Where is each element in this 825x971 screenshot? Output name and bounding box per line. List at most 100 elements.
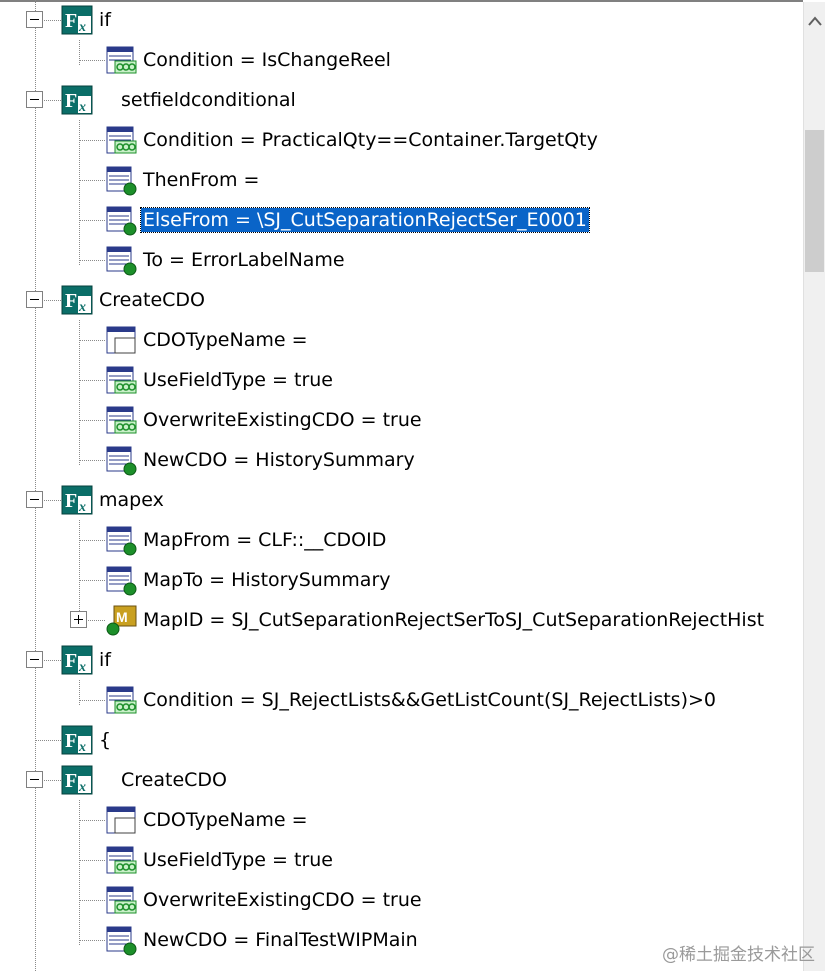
- tree-node-label[interactable]: NewCDO = HistorySummary: [141, 448, 417, 472]
- tree-node-label[interactable]: CreateCDO: [119, 768, 229, 792]
- tree-node[interactable]: ThenFrom =: [0, 160, 803, 200]
- tree-node[interactable]: Fx mapex: [0, 480, 803, 520]
- tree-node-label[interactable]: if: [97, 648, 113, 672]
- tree-node-label[interactable]: To = ErrorLabelName: [141, 248, 347, 272]
- tree-node[interactable]: Fx if: [0, 0, 803, 40]
- svg-text:F: F: [65, 290, 77, 312]
- tree-node-label[interactable]: MapID = SJ_CutSeparationRejectSerToSJ_Cu…: [141, 608, 766, 632]
- svg-text:F: F: [65, 10, 77, 32]
- tree-node[interactable]: Fx if: [0, 640, 803, 680]
- tree-node[interactable]: UseFieldType = true: [0, 360, 803, 400]
- tree-node[interactable]: UseFieldType = true: [0, 840, 803, 880]
- tree-node[interactable]: MapTo = HistorySummary: [0, 560, 803, 600]
- tree-node[interactable]: ElseFrom = \SJ_CutSeparationRejectSer_E0…: [0, 200, 803, 240]
- collapse-button[interactable]: [26, 771, 43, 788]
- function-icon: Fx: [61, 644, 93, 676]
- tree-node[interactable]: OverwriteExistingCDO = true: [0, 880, 803, 920]
- condition-icon: [105, 884, 137, 916]
- svg-text:x: x: [78, 780, 86, 795]
- tree-node-label[interactable]: Condition = PracticalQty==Container.Targ…: [141, 128, 600, 152]
- script-tree-view[interactable]: Fx if Condition = IsChangeReel Fx setfieldco…: [0, 0, 803, 971]
- chevron-up-icon: [807, 16, 822, 26]
- tree-connector: [79, 700, 105, 701]
- window-icon: [105, 324, 137, 356]
- tree-connector: [79, 220, 105, 221]
- tree-node[interactable]: Condition = SJ_RejectLists&&GetListCount…: [0, 680, 803, 720]
- tree-node-label[interactable]: {: [97, 728, 113, 752]
- tree-node-label[interactable]: OverwriteExistingCDO = true: [141, 408, 424, 432]
- collapse-button[interactable]: [26, 291, 43, 308]
- tree-node[interactable]: To = ErrorLabelName: [0, 240, 803, 280]
- svg-text:F: F: [65, 90, 77, 112]
- tree-node-label[interactable]: ElseFrom = \SJ_CutSeparationRejectSer_E0…: [140, 207, 590, 233]
- tree-node-label[interactable]: UseFieldType = true: [141, 848, 335, 872]
- tree-node[interactable]: Fx CreateCDO: [0, 280, 803, 320]
- svg-text:x: x: [78, 740, 86, 755]
- tree-node[interactable]: CDOTypeName =: [0, 320, 803, 360]
- collapse-button[interactable]: [26, 651, 43, 668]
- tree-node-label[interactable]: MapFrom = CLF::__CDOID: [141, 528, 388, 552]
- tree-connector: [79, 900, 105, 901]
- function-icon: Fx: [61, 84, 93, 116]
- tree-node-label[interactable]: NewCDO = FinalTestWIPMain: [141, 928, 420, 952]
- tree-connector: [79, 420, 105, 421]
- tree-node-label[interactable]: OverwriteExistingCDO = true: [141, 888, 424, 912]
- tree-node-label[interactable]: Condition = SJ_RejectLists&&GetListCount…: [141, 688, 718, 712]
- collapse-button[interactable]: [26, 91, 43, 108]
- tree-node-label[interactable]: ThenFrom =: [141, 168, 261, 192]
- collapse-button[interactable]: [26, 11, 43, 28]
- condition-icon: [105, 684, 137, 716]
- field-ref-icon: [105, 444, 137, 476]
- function-icon: Fx: [61, 4, 93, 36]
- condition-icon: [105, 404, 137, 436]
- field-ref-icon: [105, 164, 137, 196]
- tree-connector: [79, 260, 105, 261]
- svg-text:M: M: [116, 609, 128, 625]
- tree-node-label[interactable]: if: [97, 8, 113, 32]
- tree-node[interactable]: M MapID = SJ_CutSeparationRejectSerToSJ_C…: [0, 600, 803, 640]
- field-ref-icon: [105, 244, 137, 276]
- tree-node[interactable]: Fx{: [0, 720, 803, 760]
- tree-node-label[interactable]: setfieldconditional: [119, 88, 298, 112]
- scroll-up-button[interactable]: [804, 2, 825, 40]
- tree-node-label[interactable]: mapex: [97, 488, 166, 512]
- tree-connector: [79, 580, 105, 581]
- tree-node[interactable]: Fx setfieldconditional: [0, 80, 803, 120]
- vertical-scrollbar[interactable]: [803, 2, 825, 971]
- tree-node-label[interactable]: CDOTypeName =: [141, 328, 310, 352]
- svg-text:x: x: [78, 300, 86, 315]
- tree-connector: [79, 140, 105, 141]
- tree-node[interactable]: Condition = PracticalQty==Container.Targ…: [0, 120, 803, 160]
- tree-node[interactable]: NewCDO = HistorySummary: [0, 440, 803, 480]
- tree-connector: [79, 820, 105, 821]
- tree-node-label[interactable]: CreateCDO: [97, 288, 207, 312]
- function-icon: Fx: [61, 284, 93, 316]
- tree-node-label[interactable]: CDOTypeName =: [141, 808, 310, 832]
- expand-button[interactable]: [70, 611, 87, 628]
- tree-node[interactable]: CDOTypeName =: [0, 800, 803, 840]
- tree-node[interactable]: OverwriteExistingCDO = true: [0, 400, 803, 440]
- scroll-thumb[interactable]: [805, 130, 824, 272]
- tree-connector: [35, 740, 61, 741]
- tree-node[interactable]: Fx CreateCDO: [0, 760, 803, 800]
- function-icon: Fx: [61, 484, 93, 516]
- field-ref-icon: [105, 204, 137, 236]
- svg-text:F: F: [65, 730, 77, 752]
- tree-node-label[interactable]: Condition = IsChangeReel: [141, 48, 393, 72]
- tree-connector: [79, 540, 105, 541]
- tree-connector: [79, 460, 105, 461]
- tree-node[interactable]: MapFrom = CLF::__CDOID: [0, 520, 803, 560]
- field-ref-icon: [105, 564, 137, 596]
- window-icon: [105, 804, 137, 836]
- svg-text:F: F: [65, 650, 77, 672]
- condition-icon: [105, 364, 137, 396]
- watermark: @稀土掘金技术社区: [662, 945, 815, 965]
- tree-connector: [79, 60, 105, 61]
- function-icon: Fx: [61, 764, 93, 796]
- collapse-button[interactable]: [26, 491, 43, 508]
- tree-node-label[interactable]: UseFieldType = true: [141, 368, 335, 392]
- tree-node[interactable]: Condition = IsChangeReel: [0, 40, 803, 80]
- svg-text:x: x: [78, 100, 86, 115]
- function-icon: Fx: [61, 724, 93, 756]
- tree-node-label[interactable]: MapTo = HistorySummary: [141, 568, 393, 592]
